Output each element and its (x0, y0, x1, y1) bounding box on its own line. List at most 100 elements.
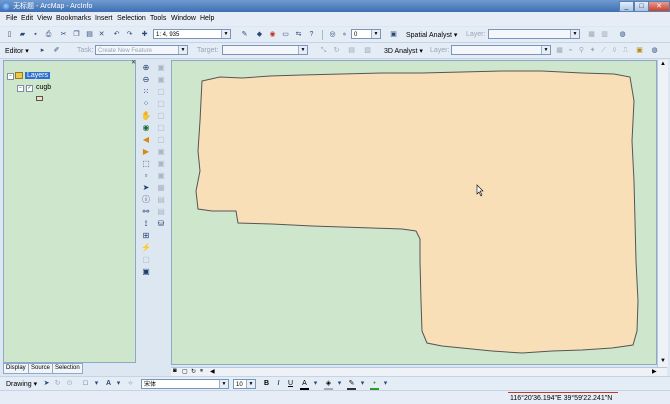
chevron-down-icon[interactable]: ▾ (114, 379, 123, 388)
pause-drawing-icon[interactable]: ⏸ (200, 368, 203, 375)
zoom-to-selected-icon[interactable]: ⊙ (65, 379, 74, 388)
menu-insert[interactable]: Insert (95, 15, 113, 22)
layout-view-icon[interactable]: ▢ (182, 368, 188, 375)
delete-icon[interactable]: ✕ (97, 30, 106, 39)
layer-visibility-checkbox[interactable]: ✓ (26, 85, 33, 92)
fixed-zoom-in-icon[interactable]: ▣ (156, 63, 166, 73)
menu-selection[interactable]: Selection (117, 15, 146, 22)
paste-icon[interactable]: ▤ (85, 30, 94, 39)
scroll-up-icon[interactable]: ▲ (660, 61, 666, 67)
text-tool-icon[interactable]: A (104, 379, 113, 388)
vertical-scrollbar[interactable]: ▲ ▼ (657, 60, 668, 367)
refresh-icon[interactable]: ↻ (191, 368, 196, 375)
font-name-combo[interactable]: 宋体 ▼ (141, 379, 229, 389)
chevron-down-icon[interactable]: ▼ (298, 46, 307, 54)
target-combo[interactable]: ▼ (222, 45, 308, 55)
menu-file[interactable]: File (6, 15, 17, 22)
select-elements-arrow-icon[interactable]: ➤ (42, 379, 51, 388)
tab-display[interactable]: Display (3, 363, 29, 374)
menu-bookmarks[interactable]: Bookmarks (56, 15, 91, 22)
italic-button[interactable]: I (274, 379, 283, 388)
fixed-zoom-icon[interactable]: ⁙ (141, 87, 151, 97)
3d-layer-combo[interactable]: ▼ (451, 45, 551, 55)
fixed-zoom-out-icon[interactable]: ▣ (156, 75, 166, 85)
menu-window[interactable]: Window (171, 15, 196, 22)
chevron-down-icon[interactable]: ▼ (541, 46, 550, 54)
drawing-menu[interactable]: Drawing ▾ (6, 380, 37, 388)
zoom-whole-page-icon[interactable]: ▢ (156, 123, 166, 133)
map-canvas[interactable] (172, 61, 657, 365)
steepest-path-icon[interactable]: ⌁ (566, 46, 575, 55)
open-folder-icon[interactable]: ▰ (18, 30, 27, 39)
focus-data-frame-icon[interactable]: ▣ (156, 171, 166, 181)
layers-root-label[interactable]: Layers (25, 72, 51, 79)
underline-button[interactable]: U (286, 379, 295, 388)
tab-source[interactable]: Source (28, 363, 54, 374)
scale-combo[interactable]: 1: 4, 935 ▼ (153, 29, 231, 39)
chevron-down-icon[interactable]: ▾ (381, 379, 390, 388)
menu-edit[interactable]: Edit (21, 15, 33, 22)
undo-icon[interactable]: ↶ (112, 30, 121, 39)
line-of-sight-icon[interactable]: ⚲ (577, 46, 586, 55)
attributes-icon[interactable]: ▤ (347, 46, 356, 55)
cut-icon[interactable]: ✂ (59, 30, 68, 39)
go-to-xy-icon[interactable]: ⟟ (141, 219, 151, 229)
chevron-down-icon[interactable]: ▾ (311, 379, 320, 388)
zoom-100-icon[interactable]: ▢ (156, 135, 166, 145)
fill-color-icon[interactable]: ◈ (324, 379, 333, 390)
layout-zoom-icon[interactable]: ▢ (156, 99, 166, 109)
profile-graph-icon[interactable]: ⎍ (621, 46, 630, 55)
forward-extent-icon[interactable]: ▶ (141, 147, 151, 157)
map-display[interactable] (171, 60, 657, 365)
chevron-down-icon[interactable]: ▾ (335, 379, 344, 388)
grid-icon[interactable]: ▦ (587, 30, 596, 39)
chevron-down-icon[interactable]: ▼ (246, 380, 255, 388)
data-driven-pages-icon[interactable]: ▤ (156, 195, 166, 205)
editor-toolbar-icon[interactable]: ✎ (240, 30, 249, 39)
info-icon[interactable]: ⓘ (141, 195, 151, 205)
arrow-cursor-icon[interactable]: ➤ (141, 183, 151, 193)
new-doc-icon[interactable]: ▯ (5, 30, 14, 39)
close-icon[interactable]: ✕ (131, 60, 137, 66)
edit-tool-icon[interactable]: ▸ (38, 46, 47, 55)
full-zoom-icon[interactable]: ⁘ (141, 99, 151, 109)
chevron-down-icon[interactable]: ▾ (358, 379, 367, 388)
sketch-properties-icon[interactable]: ▧ (363, 46, 372, 55)
editor-menu[interactable]: Editor ▾ (5, 47, 29, 55)
copy-icon[interactable]: ❐ (72, 30, 81, 39)
change-layout-icon[interactable]: ▦ (156, 183, 166, 193)
chevron-down-icon[interactable]: ▾ (92, 379, 101, 388)
toolbox-icon[interactable]: ◆ (255, 30, 264, 39)
scroll-down-icon[interactable]: ▼ (660, 358, 666, 364)
clear-selection-icon[interactable]: ▫ (141, 171, 151, 181)
menu-view[interactable]: View (37, 15, 52, 22)
spatial-layer-combo[interactable]: ▼ (488, 29, 580, 39)
zoom-level-icon[interactable]: ◎ (328, 30, 337, 39)
layout-pan-icon[interactable]: ▢ (156, 111, 166, 121)
printer-icon[interactable]: ⎙ (44, 30, 53, 39)
chevron-down-icon[interactable]: ▼ (178, 46, 187, 54)
task-combo[interactable]: Create New Feature ▼ (95, 45, 188, 55)
scroll-left-icon[interactable]: ◀ (210, 368, 215, 375)
command-line-icon[interactable]: ▭ (281, 30, 290, 39)
measure-icon[interactable]: ⊞ (141, 231, 151, 241)
scroll-right-icon[interactable]: ▶ (652, 368, 657, 375)
interpolate-point-icon[interactable]: ✦ (588, 46, 597, 55)
zoom-layout-icon[interactable]: ▤ (156, 207, 166, 217)
arcglobe-icon[interactable]: ◍ (650, 46, 659, 55)
model-icon[interactable]: ⇆ (294, 30, 303, 39)
chevron-down-icon[interactable]: ▼ (371, 30, 380, 38)
display-settings-icon[interactable]: ▣ (389, 30, 398, 39)
3d-analyst-menu[interactable]: 3D Analyst ▾ (384, 47, 423, 55)
minimize-button[interactable]: _ (619, 1, 634, 12)
zoom-out-icon[interactable]: ⊖ (141, 75, 151, 85)
globe-icon[interactable]: ◉ (141, 123, 151, 133)
collapse-layer-toggle[interactable]: − (17, 85, 24, 92)
sketch-tool-icon[interactable]: ✐ (52, 46, 61, 55)
layout-forward-icon[interactable]: ▣ (156, 159, 166, 169)
chevron-down-icon[interactable]: ▼ (221, 30, 230, 38)
create-contours-icon[interactable]: ▦ (555, 46, 564, 55)
arcscene-icon[interactable]: ▣ (635, 46, 644, 55)
menu-help[interactable]: Help (200, 15, 214, 22)
globe-icon[interactable]: ◍ (618, 30, 627, 39)
